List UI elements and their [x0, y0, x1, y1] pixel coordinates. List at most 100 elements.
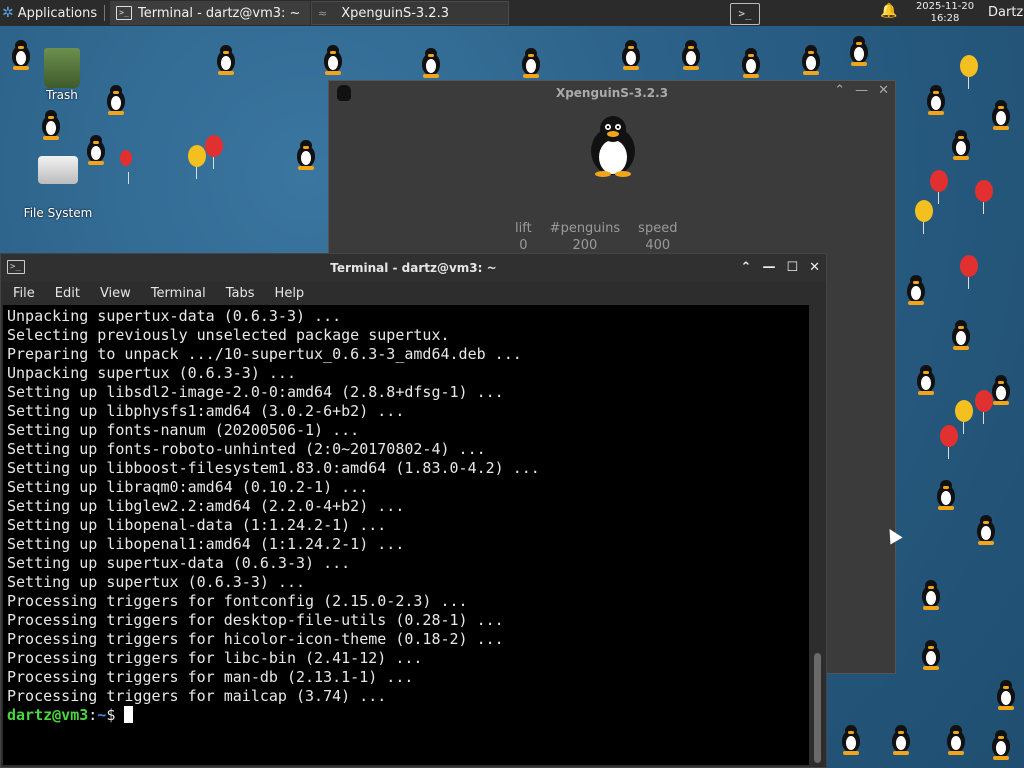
minimize-button[interactable]: —	[855, 83, 868, 98]
terminal-icon: >_	[7, 260, 25, 274]
xfce-logo-icon: ✲	[2, 5, 14, 21]
menu-terminal[interactable]: Terminal	[139, 282, 214, 304]
desktop-icon-trash[interactable]: Trash	[32, 48, 92, 102]
penguin-icon	[935, 480, 957, 510]
terminal-line: Processing triggers for libc-bin (2.41-1…	[7, 649, 423, 667]
menu-tabs[interactable]: Tabs	[214, 282, 263, 304]
minimize-button[interactable]: —	[762, 254, 775, 282]
stat-penguins: #penguins 200	[550, 221, 621, 253]
penguin-icon	[945, 725, 967, 755]
penguin-icon	[840, 725, 862, 755]
shell-prompt[interactable]: dartz@vm3:~$	[7, 706, 540, 725]
drive-icon	[38, 156, 78, 184]
terminal-output[interactable]: Unpacking supertux-data (0.6.3-3) ... Sel…	[3, 305, 809, 765]
taskbar-item-terminal[interactable]: >_ Terminal - dartz@vm3: ~	[110, 1, 310, 25]
stat-value: 200	[572, 238, 598, 253]
balloon-icon	[930, 170, 948, 204]
prompt-separator: :	[88, 706, 98, 724]
trash-icon	[44, 48, 80, 88]
terminal-lines: Unpacking supertux-data (0.6.3-3) ... Sel…	[7, 307, 540, 725]
taskbar-item-label: Terminal - dartz@vm3: ~	[138, 5, 301, 21]
penguin-icon	[322, 45, 344, 75]
desktop-icon-filesystem[interactable]: File System	[18, 150, 98, 220]
terminal-launcher-icon[interactable]: >_	[730, 3, 760, 25]
penguin-icon	[40, 110, 62, 140]
penguin-icon	[105, 85, 127, 115]
terminal-line: Processing triggers for desktop-file-uti…	[7, 611, 504, 629]
terminal-line: Setting up supertux (0.6.3-3) ...	[7, 573, 306, 591]
penguin-icon	[890, 725, 912, 755]
terminal-line: Setting up libopenal-data (1:1.24.2-1) .…	[7, 516, 387, 534]
stat-speed: speed 400	[638, 221, 677, 253]
shade-button[interactable]: ⌃	[741, 254, 752, 282]
stat-label: #penguins	[549, 221, 621, 236]
terminal-line: Processing triggers for hicolor-icon-the…	[7, 630, 504, 648]
menu-file[interactable]: File	[1, 282, 43, 304]
user-menu-button[interactable]: Dartz	[988, 0, 1023, 26]
panel-separator	[104, 5, 105, 21]
applications-menu-button[interactable]: ✲ Applications	[2, 0, 97, 26]
terminal-line: Setting up libglew2.2:amd64 (2.2.0-4+b2)…	[7, 497, 405, 515]
penguin-icon	[10, 40, 32, 70]
penguin-icon	[420, 48, 442, 78]
menu-view[interactable]: View	[88, 282, 139, 304]
terminal-line: Setting up libphysfs1:amd64 (3.0.2-6+b2)…	[7, 402, 405, 420]
terminal-line: Setting up libraqm0:amd64 (0.10.2-1) ...	[7, 478, 369, 496]
penguin-icon	[740, 48, 762, 78]
menu-help[interactable]: Help	[263, 282, 313, 304]
penguin-icon	[620, 40, 642, 70]
close-button[interactable]: ✕	[878, 83, 889, 98]
terminal-window: >_ Terminal - dartz@vm3: ~ ⌃ — ☐ ✕ File …	[0, 253, 827, 768]
penguin-icon	[950, 130, 972, 160]
penguin-icon	[520, 48, 542, 78]
penguin-icon	[920, 640, 942, 670]
applications-menu-label: Applications	[17, 5, 98, 21]
penguin-icon	[920, 580, 942, 610]
terminal-line: Setting up libsdl2-image-2.0-0:amd64 (2.…	[7, 383, 504, 401]
xpenguins-window-title: XpenguinS-3.2.3	[555, 86, 669, 100]
menu-edit[interactable]: Edit	[43, 282, 88, 304]
balloon-icon	[975, 180, 993, 214]
terminal-titlebar[interactable]: >_ Terminal - dartz@vm3: ~ ⌃ — ☐ ✕	[1, 254, 826, 282]
terminal-menubar: File Edit View Terminal Tabs Help	[1, 282, 826, 304]
stat-value: 400	[645, 238, 671, 253]
penguin-icon	[295, 140, 317, 170]
prompt-symbol: $	[106, 706, 116, 724]
close-button[interactable]: ✕	[809, 254, 820, 282]
xpenguins-stats: lift 0 #penguins 200 speed 400	[515, 221, 677, 253]
balloon-icon	[960, 55, 978, 89]
taskbar-item-xpenguins[interactable]: ≈ XpenguinS-3.2.3	[311, 1, 509, 25]
penguin-icon	[905, 275, 927, 305]
maximize-button[interactable]: ☐	[786, 254, 798, 282]
maximize-button[interactable]: ⌃	[834, 83, 845, 98]
balloon-icon	[940, 425, 958, 459]
balloon-icon	[188, 145, 206, 179]
balloon-icon	[120, 150, 132, 184]
terminal-line: Setting up fonts-roboto-unhinted (2:0~20…	[7, 440, 486, 458]
terminal-line: Setting up libboost-filesystem1.83.0:amd…	[7, 459, 540, 477]
xpenguins-window-icon	[337, 85, 351, 101]
terminal-line: Unpacking supertux (0.6.3-3) ...	[7, 364, 296, 382]
penguin-icon	[990, 730, 1012, 760]
penguin-icon	[215, 45, 237, 75]
terminal-line: Preparing to unpack .../10-supertux_0.6.…	[7, 345, 522, 363]
terminal-line: Selecting previously unselected package …	[7, 326, 450, 344]
balloon-icon	[915, 200, 933, 234]
penguin-icon	[800, 45, 822, 75]
penguin-icon	[925, 85, 947, 115]
stat-label: speed	[638, 221, 678, 236]
penguin-icon	[680, 40, 702, 70]
prompt-path: ~	[97, 706, 107, 724]
clock-time: 16:28	[930, 13, 960, 24]
notification-bell-icon[interactable]: 🔔	[880, 3, 897, 19]
scrollbar-thumb[interactable]	[814, 653, 821, 763]
clock[interactable]: 2025-11-20 16:28	[906, 1, 984, 25]
stat-label: lift	[515, 221, 532, 236]
penguin-icon	[915, 365, 937, 395]
terminal-scrollbar[interactable]	[811, 305, 825, 765]
taskbar-item-label: XpenguinS-3.2.3	[341, 5, 449, 21]
penguin-logo-icon	[591, 116, 635, 177]
terminal-line: Processing triggers for mailcap (3.74) .…	[7, 687, 387, 705]
penguin-icon	[975, 515, 997, 545]
terminal-line: Unpacking supertux-data (0.6.3-3) ...	[7, 307, 342, 325]
